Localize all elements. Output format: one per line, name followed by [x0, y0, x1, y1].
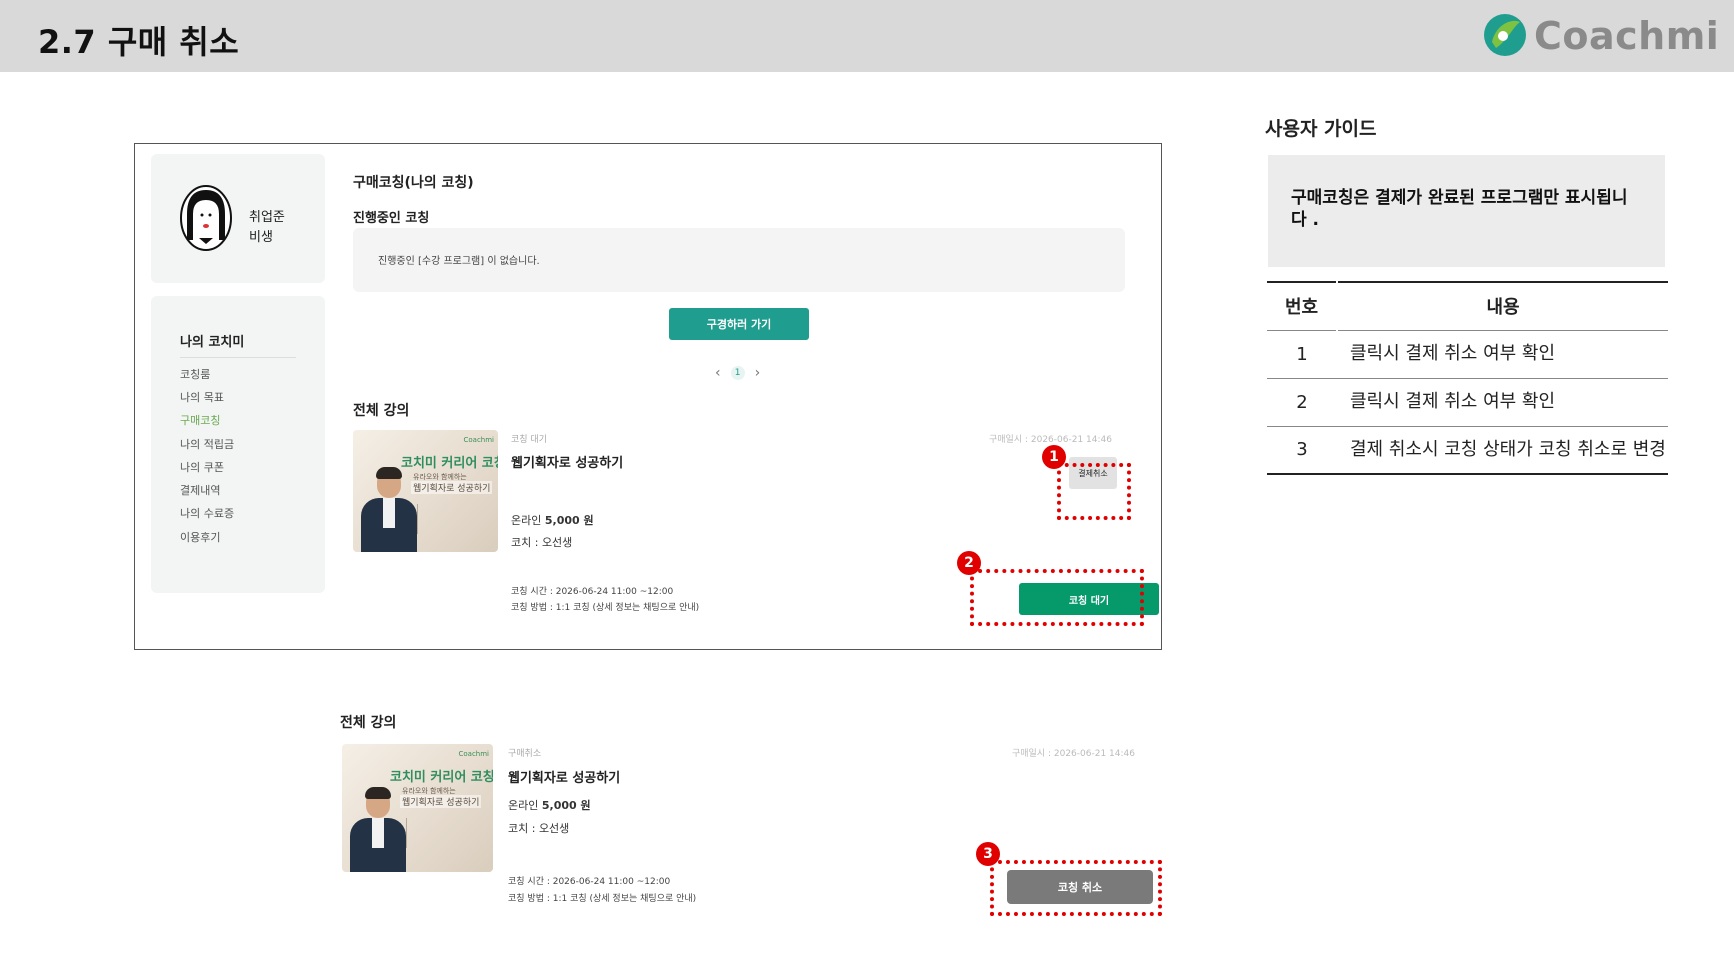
prev-page-icon[interactable]: ‹ — [715, 365, 721, 381]
course-thumbnail-after[interactable]: Coachmi 코치미 커리어 코칭 유라오와 함께하는 웹기획자로 성공하기 — [342, 744, 493, 872]
profile-name: 취업준 비생 — [249, 210, 285, 245]
course-status-after: 구매취소 — [508, 749, 542, 759]
leaf-logo-icon — [1484, 14, 1526, 56]
row-number: 1 — [1267, 330, 1337, 379]
table-row: 3 결제 취소시 코칭 상태가 코칭 취소로 변경 — [1267, 426, 1668, 475]
header-number: 번호 — [1267, 282, 1338, 331]
coach-photo-after — [348, 786, 406, 872]
badge-1: 1 — [1042, 445, 1066, 469]
pagination: ‹ 1 › — [715, 365, 760, 381]
coach-name: 코치 : 오선생 — [511, 536, 573, 549]
course-thumbnail[interactable]: Coachmi 코치미 커리어 코칭 유라오와 함께하는 웹기획자로 성공하기 — [353, 430, 498, 552]
row-description: 클릭시 결제 취소 여부 확인 — [1337, 330, 1668, 379]
menu-item-my-goal[interactable]: 나의 목표 — [180, 389, 224, 405]
thumb-decoration-after — [406, 818, 440, 848]
menu-item-certificates[interactable]: 나의 수료증 — [180, 505, 234, 521]
coaching-method: 코칭 방법 : 1:1 코칭 (상세 정보는 채팅으로 안내) — [511, 603, 700, 613]
course-status: 코칭 대기 — [511, 435, 547, 445]
row-number: 2 — [1267, 378, 1337, 427]
guide-note-text: 구매코칭은 결제가 완료된 프로그램만 표시됩니다 . — [1291, 188, 1628, 230]
highlight-box-3 — [990, 860, 1162, 916]
thumb-title-after: 코치미 커리어 코칭 — [390, 770, 493, 785]
coaching-time: 코칭 시간 : 2026-06-24 11:00 ~12:00 — [511, 587, 674, 597]
menu-item-purchase-coaching[interactable]: 구매코칭 — [180, 412, 220, 428]
thumb-decoration — [417, 504, 451, 534]
all-courses-title-after: 전체 강의 — [340, 715, 397, 731]
menu-item-payments[interactable]: 결제내역 — [180, 482, 220, 498]
course-price: 온라인 5,000 원 — [511, 514, 594, 527]
thumb-logo-after: Coachmi — [458, 750, 489, 758]
thumb-logo: Coachmi — [463, 436, 494, 444]
empty-state-box: 진행중인 [수강 프로그램] 이 없습니다. — [353, 228, 1125, 292]
coachmi-logo: Coachmi — [1482, 12, 1719, 60]
menu-item-coupons[interactable]: 나의 쿠폰 — [180, 459, 224, 475]
all-courses-title: 전체 강의 — [353, 403, 410, 419]
highlight-box-1 — [1057, 463, 1131, 520]
next-page-icon[interactable]: › — [755, 365, 761, 381]
menu-item-reviews[interactable]: 이용후기 — [180, 529, 220, 545]
guide-heading: 사용자 가이드 — [1265, 118, 1377, 140]
row-description: 결제 취소시 코칭 상태가 코칭 취소로 변경 — [1337, 426, 1668, 475]
coach-photo — [359, 466, 417, 552]
header-content: 내용 — [1337, 282, 1668, 331]
logo-text: Coachmi — [1534, 14, 1720, 58]
guide-note: 구매코칭은 결제가 완료된 프로그램만 표시됩니다 . — [1268, 155, 1665, 267]
side-menu: 나의 코치미 코칭룸 나의 목표 구매코칭 나의 적립금 나의 쿠폰 결제내역 … — [151, 296, 325, 593]
empty-state-text: 진행중인 [수강 프로그램] 이 없습니다. — [378, 256, 540, 267]
course-price-after: 온라인 5,000 원 — [508, 799, 591, 812]
course-name-after[interactable]: 웹기획자로 성공하기 — [508, 767, 620, 786]
menu-item-coaching-room[interactable]: 코칭룸 — [180, 366, 210, 382]
ongoing-section-title: 진행중인 코칭 — [353, 211, 430, 226]
menu-title: 나의 코치미 — [180, 331, 296, 358]
table-row: 1 클릭시 결제 취소 여부 확인 — [1267, 330, 1668, 379]
slide-header: 2.7 구매 취소 Coachmi — [0, 0, 1734, 72]
table-row: 2 클릭시 결제 취소 여부 확인 — [1267, 378, 1668, 427]
row-number: 3 — [1267, 426, 1337, 475]
guide-table-header: 번호 내용 — [1267, 282, 1668, 331]
highlight-box-2 — [970, 569, 1144, 626]
thumb-subtitle-2: 웹기획자로 성공하기 — [411, 481, 493, 494]
coach-name-after: 코치 : 오선생 — [508, 822, 570, 835]
course-name[interactable]: 웹기획자로 성공하기 — [511, 452, 623, 471]
purchase-date: 구매일시 : 2026-06-21 14:46 — [989, 435, 1112, 445]
row-description: 클릭시 결제 취소 여부 확인 — [1337, 378, 1668, 427]
coaching-method-after: 코칭 방법 : 1:1 코칭 (상세 정보는 채팅으로 안내) — [508, 894, 697, 904]
badge-3: 3 — [976, 842, 1000, 866]
profile-card: 취업준 비생 — [151, 154, 325, 283]
guide-table: 번호 내용 1 클릭시 결제 취소 여부 확인 2 클릭시 결제 취소 여부 확… — [1267, 281, 1668, 475]
badge-2: 2 — [957, 551, 981, 575]
coaching-time-after: 코칭 시간 : 2026-06-24 11:00 ~12:00 — [508, 877, 671, 887]
menu-item-points[interactable]: 나의 적립금 — [180, 436, 234, 452]
purchase-date-after: 구매일시 : 2026-06-21 14:46 — [1012, 749, 1135, 759]
thumb-subtitle-2-after: 웹기획자로 성공하기 — [400, 795, 482, 808]
page-title: 구매코칭(나의 코칭) — [353, 175, 474, 191]
avatar — [180, 185, 232, 251]
page-number[interactable]: 1 — [730, 366, 745, 380]
browse-button[interactable]: 구경하러 가기 — [669, 308, 809, 340]
slide-title: 2.7 구매 취소 — [38, 23, 240, 61]
